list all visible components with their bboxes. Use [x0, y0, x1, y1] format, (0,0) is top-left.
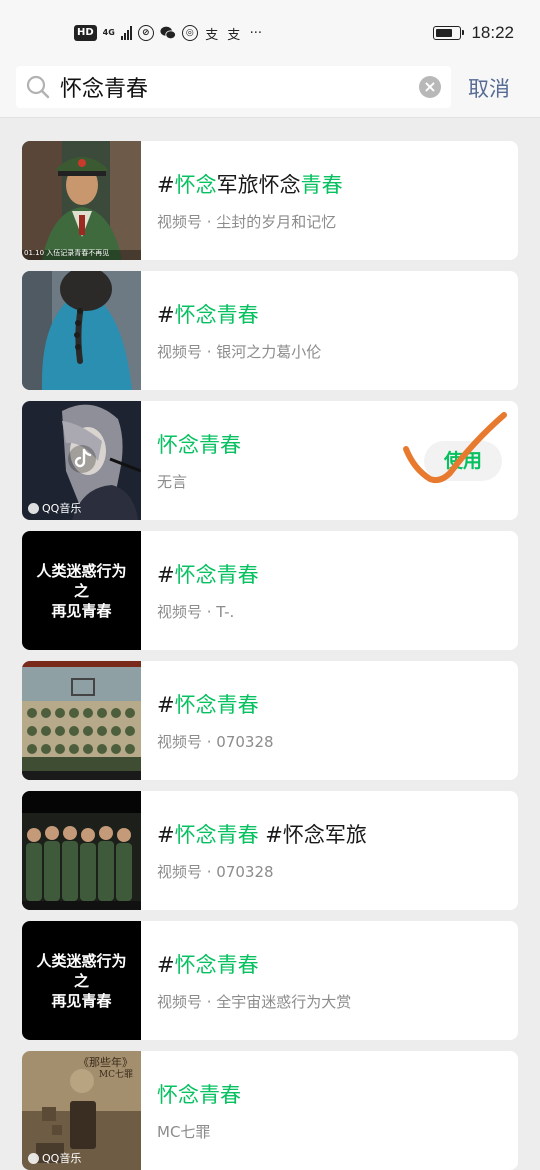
result-thumbnail: 《那些年》 MC七罪 QQ音乐 — [22, 1051, 141, 1170]
thumbnail-text: 再见青春 — [51, 602, 112, 620]
checkmark-icon — [403, 412, 507, 484]
result-title: 怀念青春 — [157, 1083, 241, 1107]
result-title: #怀念青春 — [157, 693, 259, 717]
status-right: 18:22 — [433, 22, 514, 44]
clear-search-icon[interactable]: × — [419, 76, 441, 98]
result-item[interactable]: 《那些年》 MC七罪 QQ音乐 怀念青春 MC七罪 — [22, 1051, 518, 1170]
search-icon — [26, 75, 50, 99]
result-list: 01.10 入伍记录青春不再见 #怀念军旅怀念青春 视频号 · 尘封的岁月和记忆… — [22, 141, 518, 1170]
result-item[interactable]: #怀念青春 视频号 · 银河之力葛小伦 — [22, 271, 518, 390]
result-item[interactable]: 01.10 入伍记录青春不再见 #怀念军旅怀念青春 视频号 · 尘封的岁月和记忆 — [22, 141, 518, 260]
result-thumbnail: QQ音乐 — [22, 401, 141, 520]
qq-music-icon — [28, 502, 39, 514]
result-thumbnail: 人类迷惑行为 之 再见青春 — [22, 531, 141, 650]
search-bar: × 取消 — [0, 64, 540, 118]
result-title: #怀念军旅怀念青春 — [157, 173, 343, 197]
app-icon: ◎ — [181, 25, 198, 41]
hd-badge: HD — [74, 25, 97, 41]
result-subtitle: 无言 — [157, 473, 188, 491]
result-title: #怀念青春 — [157, 953, 259, 977]
alipay-icon: 支 — [227, 27, 241, 43]
clock: 18:22 — [471, 23, 514, 42]
result-item[interactable]: #怀念青春 视频号 · 070328 — [22, 661, 518, 780]
thumbnail-text: 之 — [73, 582, 89, 600]
result-subtitle: 视频号 · 银河之力葛小伦 — [157, 343, 322, 361]
qq-music-tag: QQ音乐 — [28, 500, 81, 516]
qq-music-icon — [28, 1152, 39, 1164]
result-subtitle: 视频号 · 070328 — [157, 733, 274, 751]
more-icon: ··· — [249, 25, 263, 41]
status-bar: HD 4G ⊘ ◎ 支 支 ··· 18:22 — [0, 0, 540, 64]
result-item[interactable]: 人类迷惑行为 之 再见青春 #怀念青春 视频号 · 全宇宙迷惑行为大赏 — [22, 921, 518, 1040]
search-input[interactable] — [60, 66, 420, 108]
network-type: 4G — [102, 28, 115, 37]
thumbnail-text: 再见青春 — [51, 992, 112, 1010]
thumbnail-caption: 01.10 入伍记录青春不再见 — [24, 249, 110, 257]
result-item[interactable]: 人类迷惑行为 之 再见青春 #怀念青春 视频号 · T-. — [22, 531, 518, 650]
signal-icon — [120, 26, 132, 40]
result-thumbnail: 人类迷惑行为 之 再见青春 — [22, 921, 141, 1040]
cancel-button[interactable]: 取消 — [468, 73, 510, 103]
result-title: 怀念青春 — [157, 433, 241, 457]
result-title: #怀念青春 #怀念军旅 — [157, 823, 367, 847]
result-title: #怀念青春 — [157, 303, 259, 327]
music-note-icon — [74, 448, 92, 468]
result-thumbnail — [22, 271, 141, 390]
result-item[interactable]: #怀念青春 #怀念军旅 视频号 · 070328 — [22, 791, 518, 910]
vpn-icon: ⊘ — [137, 25, 154, 41]
thumbnail-text: 人类迷惑行为 — [36, 952, 127, 970]
result-subtitle: 视频号 · T-. — [157, 603, 235, 621]
result-subtitle: 视频号 · 070328 — [157, 863, 274, 881]
result-subtitle: MC七罪 — [157, 1123, 211, 1141]
result-title: #怀念青春 — [157, 563, 259, 587]
result-subtitle: 视频号 · 尘封的岁月和记忆 — [157, 213, 337, 231]
result-subtitle: 视频号 · 全宇宙迷惑行为大赏 — [157, 993, 352, 1011]
poster-text: 《那些年》 MC七罪 — [78, 1056, 133, 1081]
qq-music-tag: QQ音乐 — [28, 1150, 81, 1166]
status-icons: HD 4G ⊘ ◎ 支 支 ··· — [74, 22, 264, 44]
search-box[interactable]: × — [16, 66, 451, 108]
wechat-icon — [160, 25, 176, 41]
result-item[interactable]: QQ音乐 怀念青春 无言 使用 — [22, 401, 518, 520]
result-thumbnail: 01.10 入伍记录青春不再见 — [22, 141, 141, 260]
result-thumbnail — [22, 791, 141, 910]
result-thumbnail — [22, 661, 141, 780]
thumbnail-text: 人类迷惑行为 — [36, 562, 127, 580]
alipay-icon: 支 — [205, 27, 219, 43]
thumbnail-text: 之 — [73, 972, 89, 990]
battery-icon — [433, 26, 465, 40]
